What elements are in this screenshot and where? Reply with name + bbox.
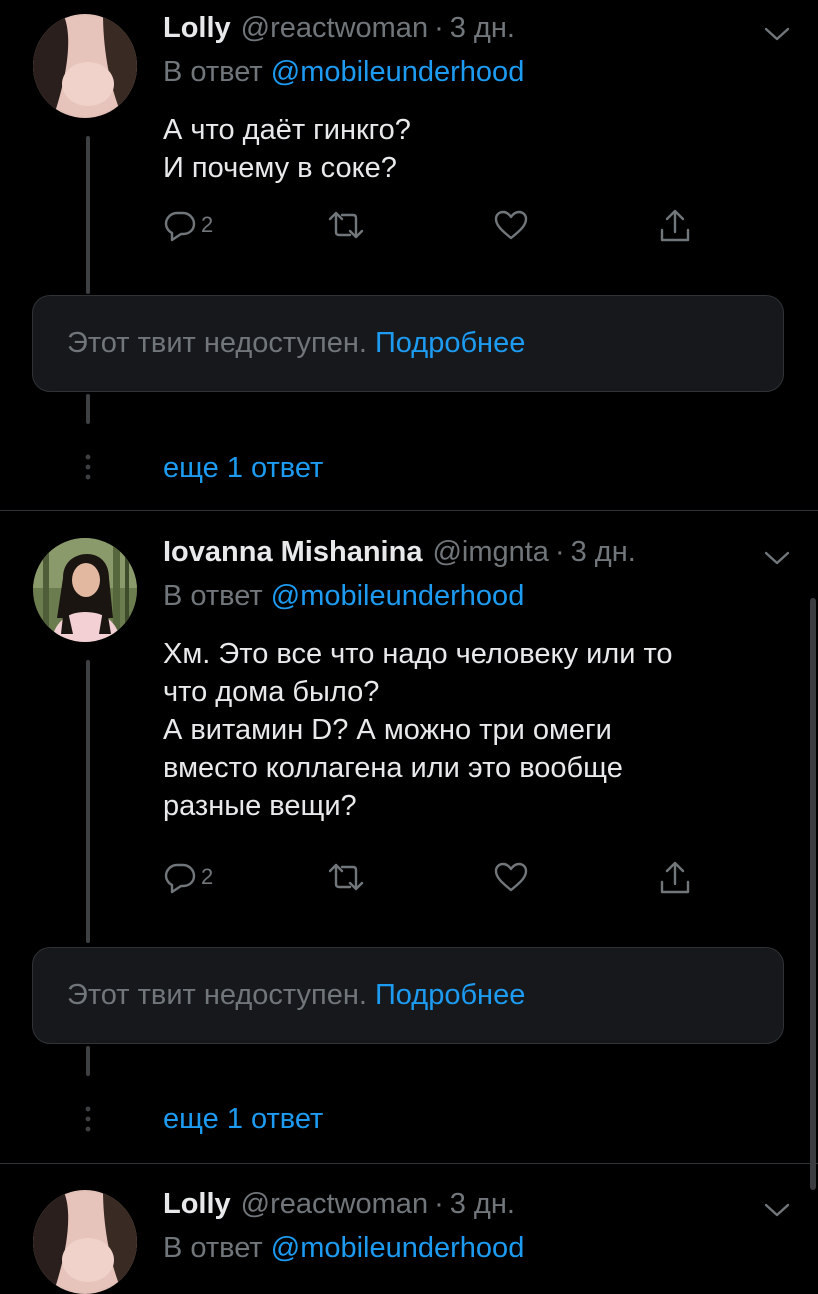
scrollbar[interactable] [810,598,816,1190]
tweet-3[interactable]: Lolly @reactwoman · 3 дн. В ответ @mobil… [0,1164,818,1294]
reply-prefix: В ответ [163,1232,263,1264]
chevron-down-icon[interactable] [762,1200,792,1220]
reply-context: В ответ @mobileunderhood [163,56,524,89]
reply-prefix: В ответ [163,580,263,612]
avatar-lolly[interactable] [33,14,137,118]
unavailable-tweet-card[interactable]: Этот твит недоступен. Подробнее [32,295,784,392]
author-handle[interactable]: @reactwoman [241,12,428,45]
like-button[interactable] [493,860,529,894]
learn-more-link[interactable]: Подробнее [375,327,525,360]
timestamp[interactable]: 3 дн. [571,536,636,569]
separator: · [434,12,444,44]
unavailable-message: Этот твит недоступен. [67,979,367,1011]
author-handle[interactable]: @imgnta [432,536,548,569]
tweet-text: Хм. Это все что надо человеку или то что… [163,635,783,825]
reply-mention[interactable]: @mobileunderhood [271,1232,525,1264]
share-icon [660,861,690,894]
tweet-header: Lolly @reactwoman · 3 дн. [163,12,515,45]
like-button[interactable] [493,208,529,242]
tweet-actions: 2 [163,860,703,900]
separator: · [434,1188,444,1220]
learn-more-link[interactable]: Подробнее [375,979,525,1012]
chevron-down-icon[interactable] [762,24,792,44]
tweet-2[interactable]: Iovanna Mishanina @imgnta · 3 дн. В отве… [0,511,818,1163]
reply-context: В ответ @mobileunderhood [163,580,524,613]
reply-icon [164,863,196,894]
retweet-button[interactable] [326,860,366,894]
retweet-icon [328,863,364,891]
tweet-text-line: И почему в соке? [163,152,397,184]
timestamp[interactable]: 3 дн. [450,1188,515,1221]
tweet-header: Iovanna Mishanina @imgnta · 3 дн. [163,536,636,569]
retweet-icon [328,211,364,239]
unavailable-message: Этот твит недоступен. [67,327,367,359]
tweet-text-line: вместо коллагена или это вообще [163,752,623,784]
reply-mention[interactable]: @mobileunderhood [271,580,525,612]
tweet-text: А что даёт гинкго? И почему в соке? [163,111,783,187]
tweet-text-line: что дома было? [163,676,380,708]
author-name[interactable]: Iovanna Mishanina [163,536,422,569]
thread-line [86,660,90,943]
author-name[interactable]: Lolly [163,12,231,45]
tweet-text-line: разные вещи? [163,790,357,822]
heart-icon [494,210,528,240]
share-button[interactable] [657,860,693,896]
reply-context: В ответ @mobileunderhood [163,1232,524,1265]
reply-icon [164,211,196,242]
author-handle[interactable]: @reactwoman [241,1188,428,1221]
avatar-iovanna[interactable] [33,538,137,642]
share-icon [660,209,690,242]
reply-prefix: В ответ [163,56,263,88]
tweet-text-line: Хм. Это все что надо человеку или то [163,638,673,670]
tweet-header: Lolly @reactwoman · 3 дн. [163,1188,515,1221]
reply-count: 2 [201,212,214,237]
separator: · [554,536,565,568]
chevron-down-icon[interactable] [762,548,792,568]
tweet-actions: 2 [163,208,703,248]
avatar-lolly[interactable] [33,1190,137,1294]
author-name[interactable]: Lolly [163,1188,231,1221]
reply-button[interactable]: 2 [163,208,213,242]
retweet-button[interactable] [326,208,366,242]
thread-line [86,1046,90,1076]
reply-mention[interactable]: @mobileunderhood [271,56,525,88]
thread-line [86,136,90,294]
show-more-replies-link[interactable]: еще 1 ответ [163,1103,323,1136]
tweet-text-line: А что даёт гинкго? [163,114,411,146]
unavailable-tweet-card[interactable]: Этот твит недоступен. Подробнее [32,947,784,1044]
reply-count: 2 [201,864,214,889]
thread-line [86,394,90,424]
vertical-dots-icon [85,454,91,480]
timestamp[interactable]: 3 дн. [450,12,515,45]
tweet-1[interactable]: Lolly @reactwoman · 3 дн. В ответ @mobil… [0,0,818,510]
tweet-text-line: А витамин D? А можно три омеги [163,714,612,746]
reply-button[interactable]: 2 [163,860,213,894]
vertical-dots-icon [85,1106,91,1132]
show-more-replies-link[interactable]: еще 1 ответ [163,452,323,485]
share-button[interactable] [657,208,693,244]
heart-icon [494,862,528,892]
